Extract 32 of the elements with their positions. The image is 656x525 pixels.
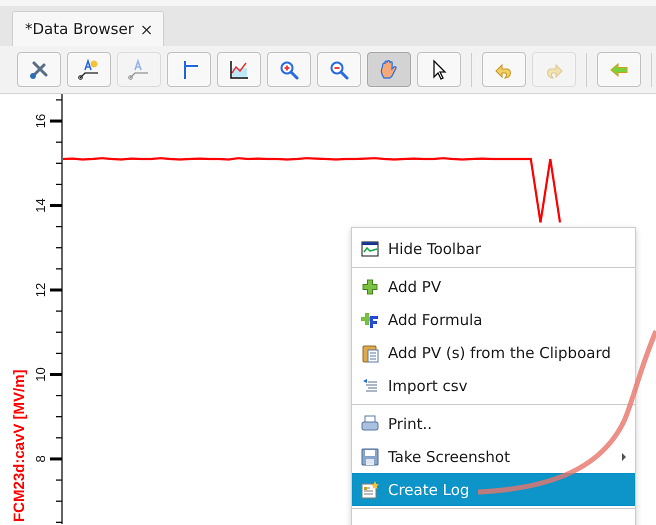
menu-item[interactable]: Hide Toolbar xyxy=(352,232,635,265)
close-icon[interactable]: × xyxy=(140,20,154,38)
save-icon xyxy=(360,446,380,466)
print-icon xyxy=(360,414,380,434)
menu-item[interactable]: Add Formula xyxy=(352,303,635,336)
add-annotation-icon xyxy=(77,58,101,82)
log-icon xyxy=(360,480,380,500)
pan-button[interactable] xyxy=(367,52,411,87)
annotation-icon xyxy=(127,58,151,82)
tick-label: 12 xyxy=(33,282,48,298)
undo-button[interactable] xyxy=(482,52,526,87)
crosshair-button[interactable] xyxy=(167,52,211,87)
clipboard-icon xyxy=(360,342,380,362)
menu-item[interactable]: Print.. xyxy=(352,407,635,440)
chart-button[interactable] xyxy=(217,52,261,87)
zoom-in-button[interactable] xyxy=(267,52,311,87)
axis-title: FCM23d:cavV [MV/m] xyxy=(11,369,28,522)
menu-item[interactable]: Add PV (s) from the Clipboard xyxy=(352,336,635,369)
tick-label: 8 xyxy=(33,455,48,463)
add-annotation-button[interactable] xyxy=(67,52,111,87)
tick-label: 16 xyxy=(33,114,48,128)
tick-label: 10 xyxy=(33,367,48,382)
editor-tab[interactable]: *Data Browser × xyxy=(12,11,164,46)
menu-item[interactable]: Import csv xyxy=(352,369,635,402)
menu-item[interactable]: Add PV xyxy=(352,270,635,303)
tools-button[interactable] xyxy=(17,52,61,87)
tick-label: 14 xyxy=(33,198,48,213)
pointer-button[interactable] xyxy=(417,52,461,87)
add-icon xyxy=(360,276,380,296)
zoom-out-button[interactable] xyxy=(317,52,361,87)
toolbar-icon xyxy=(360,238,380,258)
menu-item[interactable]: Take Screenshot xyxy=(352,440,635,473)
